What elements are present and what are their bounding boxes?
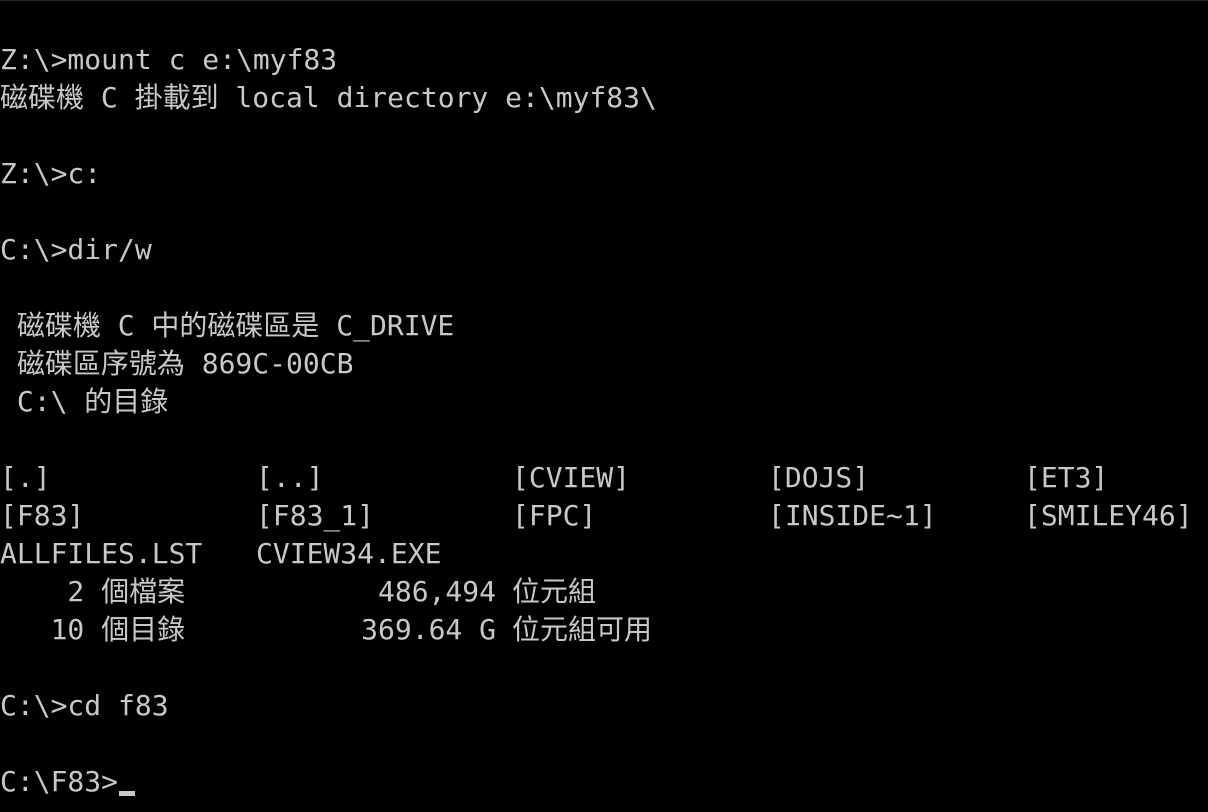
current-prompt-line[interactable]: C:\F83> [0, 763, 1208, 801]
listing-entry: [INSIDE~1] [768, 499, 937, 532]
text-cursor [119, 791, 136, 796]
listing-entry: CVIEW34.EXE [256, 537, 442, 570]
listing-entry: [..] [256, 461, 324, 494]
listing-entry: [ET3] [1024, 461, 1109, 494]
listing-row: [F83] [F83_1] [FPC] [INSIDE~1] [SMILEY46… [0, 497, 1208, 535]
dir-count: 10 個目錄 [0, 613, 186, 646]
listing-row: ALLFILES.LST CVIEW34.EXE [0, 535, 1208, 573]
listing-entry: [FPC] [512, 499, 597, 532]
command-line-cd: C:\>cd f83 [0, 689, 169, 722]
file-bytes: 486,494 [377, 575, 496, 608]
dos-terminal-window[interactable]: Z:\>mount c e:\myf83 磁碟機 C 掛載到 local dir… [0, 0, 1208, 812]
volume-label-line: 磁碟機 C 中的磁碟區是 C_DRIVE [0, 309, 455, 342]
listing-entry: [SMILEY46] [1024, 499, 1193, 532]
summary-files-line: 2 個檔案 486,494 位元組 [0, 573, 1208, 611]
listing-entry: [.] [0, 461, 51, 494]
file-bytes-unit: 位元組 [512, 575, 597, 608]
free-space: 369.64 G [361, 613, 496, 646]
summary-dirs-line: 10 個目錄 369.64 G 位元組可用 [0, 611, 1208, 649]
listing-entry: [F83_1] [256, 499, 375, 532]
command-line-change-drive: Z:\>c: [0, 157, 102, 190]
directory-of-line: C:\ 的目錄 [0, 385, 169, 418]
listing-row: [.] [..] [CVIEW] [DOJS] [ET3] [0, 459, 1208, 497]
file-count: 2 個檔案 [0, 575, 186, 608]
prompt-text: C:\F83> [0, 765, 119, 798]
listing-entry: [CVIEW] [512, 461, 631, 494]
command-line-mount: Z:\>mount c e:\myf83 [0, 43, 338, 76]
listing-entry: [F83] [0, 499, 85, 532]
mount-output-line: 磁碟機 C 掛載到 local directory e:\myf83\ [0, 81, 657, 114]
command-line-dir: C:\>dir/w [0, 233, 152, 266]
listing-entry: ALLFILES.LST [0, 537, 203, 570]
free-space-unit: 位元組可用 [512, 613, 653, 646]
listing-entry: [DOJS] [768, 461, 870, 494]
volume-serial-line: 磁碟區序號為 869C-00CB [0, 347, 354, 380]
